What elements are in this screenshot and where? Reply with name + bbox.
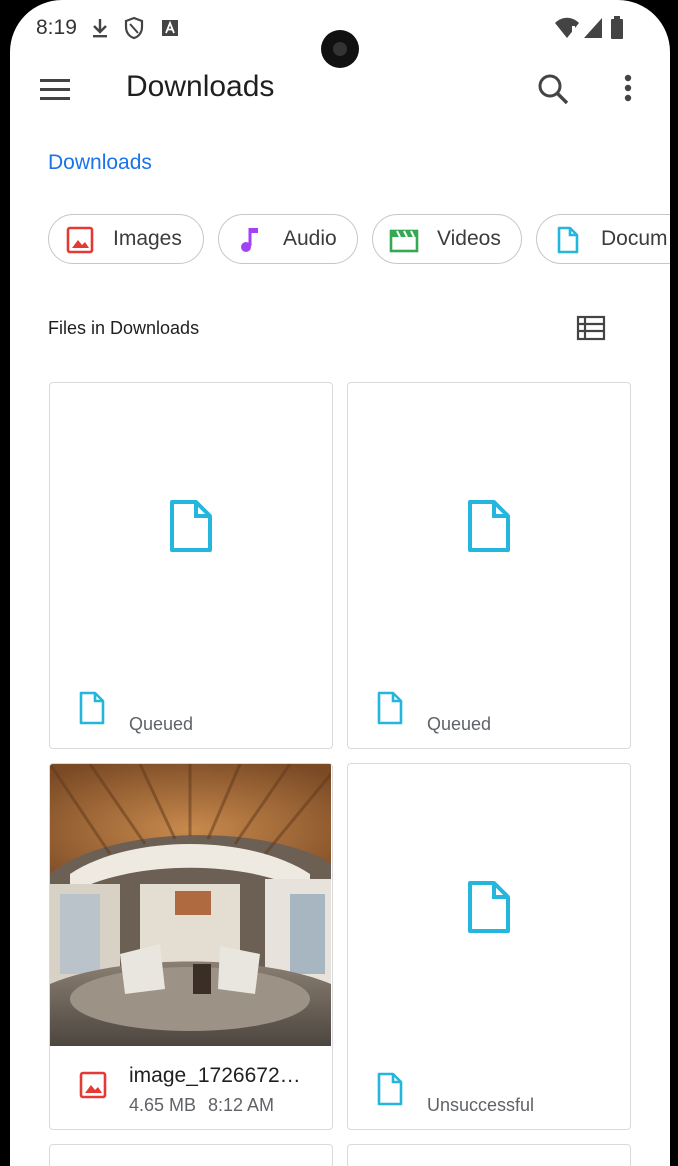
app-bar: Downloads <box>10 58 670 128</box>
chip-label: Audio <box>283 227 337 250</box>
page-title: Downloads <box>126 70 275 103</box>
image-icon <box>79 1071 107 1099</box>
chip-label: Videos <box>437 227 501 250</box>
screen: 8:19 Downloads Downloads Images Audio Vi… <box>10 0 670 1166</box>
more-vert-icon[interactable] <box>614 70 642 110</box>
document-icon <box>377 691 403 725</box>
breadcrumb[interactable]: Downloads <box>48 151 152 175</box>
file-card[interactable]: Queued <box>347 382 631 749</box>
image-thumbnail <box>50 764 331 1046</box>
file-time: 8:12 AM <box>208 1095 275 1115</box>
keyboard-a-icon <box>162 20 178 36</box>
document-icon <box>557 226 579 254</box>
chip-audio[interactable]: Audio <box>218 214 358 264</box>
file-status: Unsuccessful <box>427 1095 535 1115</box>
document-icon <box>170 500 212 552</box>
chip-label: Images <box>113 227 182 250</box>
signal-icon <box>584 18 602 38</box>
section-title: Files in Downloads <box>48 318 200 338</box>
movie-icon <box>389 229 419 253</box>
file-status: Queued <box>427 714 492 734</box>
menu-icon[interactable] <box>36 74 76 106</box>
file-card[interactable]: Unsuccessful <box>347 763 631 1130</box>
file-card[interactable] <box>347 1144 631 1166</box>
device-frame: 8:19 Downloads Downloads Images Audio Vi… <box>0 0 678 1166</box>
download-icon <box>93 19 107 38</box>
document-icon <box>79 691 105 725</box>
document-icon <box>468 881 510 933</box>
file-status: Queued <box>129 714 194 734</box>
list-view-icon[interactable] <box>576 314 606 342</box>
search-icon[interactable] <box>534 70 574 110</box>
music-note-icon <box>241 228 258 252</box>
chip-images[interactable]: Images <box>48 214 204 264</box>
file-size: 4.65 MB <box>129 1095 197 1115</box>
image-icon <box>66 226 94 254</box>
chip-label: Docum <box>601 227 668 250</box>
file-card[interactable] <box>49 1144 333 1166</box>
file-name: image_1726672… <box>129 1064 301 1087</box>
battery-icon <box>611 16 623 39</box>
chip-videos[interactable]: Videos <box>372 214 522 264</box>
filter-chips: Images Audio Videos Docum <box>48 214 670 268</box>
status-time: 8:19 <box>36 16 77 39</box>
shield-icon <box>124 16 144 40</box>
document-icon <box>377 1072 403 1106</box>
wifi-alert-icon <box>555 17 579 38</box>
document-icon <box>468 500 510 552</box>
file-card[interactable]: Queued <box>49 382 333 749</box>
file-card[interactable]: image_1726672… 4.65 MB 8:12 AM <box>49 763 333 1130</box>
chip-documents[interactable]: Docum <box>536 214 670 264</box>
